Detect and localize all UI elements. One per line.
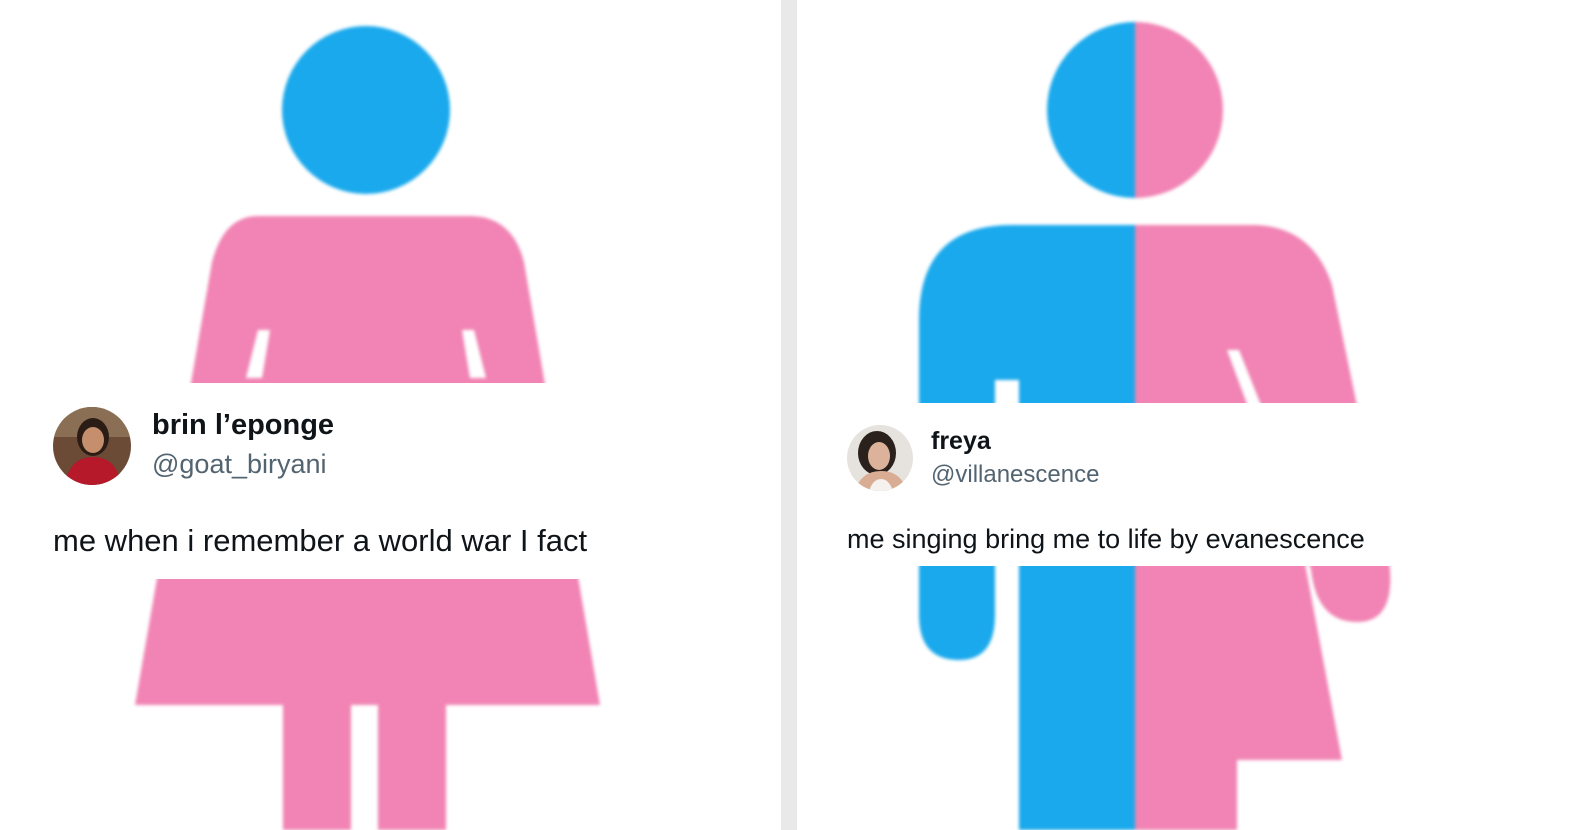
female-figure-head <box>282 26 450 194</box>
user-handle[interactable]: @villanescence <box>931 461 1099 489</box>
tweet-card[interactable]: brin l’eponge @goat_biryani me when i re… <box>0 383 655 579</box>
avatar[interactable] <box>847 425 913 491</box>
user-avatar-icon <box>847 425 913 491</box>
female-figure-leg-left <box>283 700 351 830</box>
display-name[interactable]: brin l’eponge <box>152 409 334 442</box>
tweet-text: me when i remember a world war I fact <box>53 523 588 558</box>
meme-panel-left: brin l’eponge @goat_biryani me when i re… <box>0 0 781 830</box>
meme-panel-right: freya @villanescence me singing bring me… <box>797 0 1581 830</box>
female-figure-leg-right <box>378 700 446 830</box>
panel-divider <box>781 0 797 830</box>
avatar[interactable] <box>53 407 131 485</box>
user-avatar-icon <box>53 407 131 485</box>
tweet-card[interactable]: freya @villanescence me singing bring me… <box>825 403 1525 566</box>
user-handle[interactable]: @goat_biryani <box>152 449 327 480</box>
tweet-text: me singing bring me to life by evanescen… <box>847 524 1365 554</box>
display-name[interactable]: freya <box>931 427 991 456</box>
